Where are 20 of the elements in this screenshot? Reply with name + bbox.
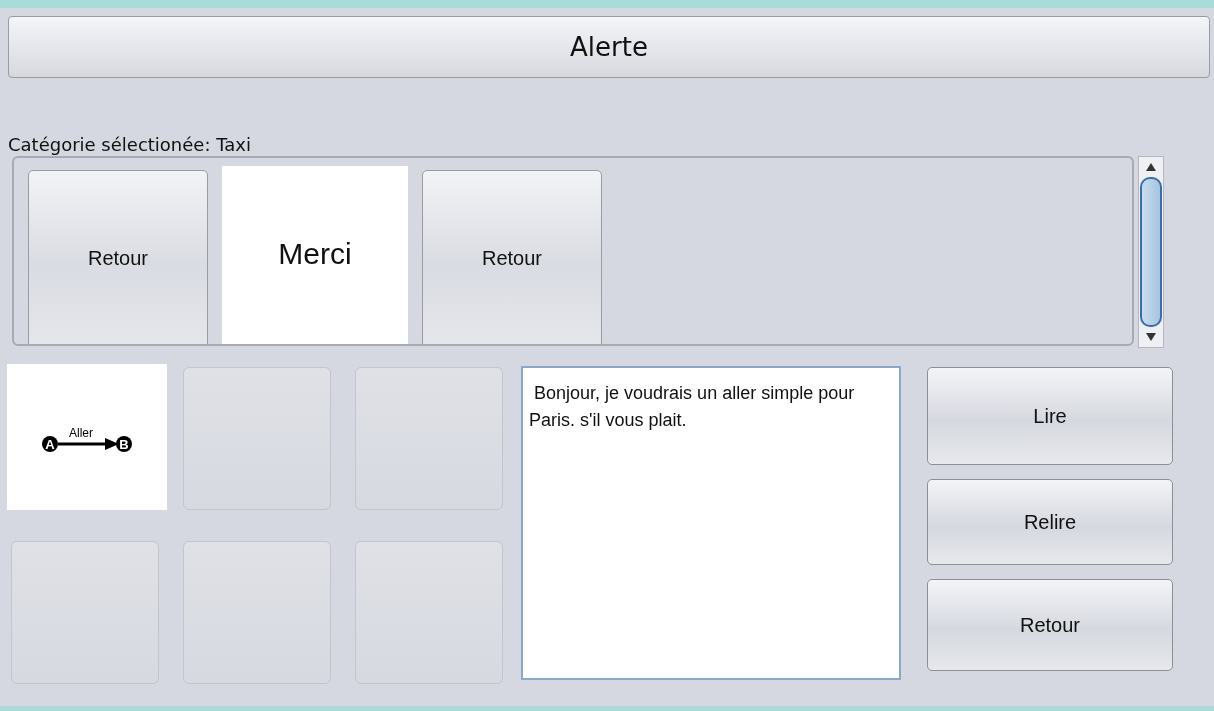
empty-tile[interactable] (183, 367, 331, 510)
empty-tile[interactable] (355, 367, 503, 510)
category-label: Catégorie sélectionée: Taxi (8, 134, 252, 156)
scroll-thumb[interactable] (1140, 177, 1162, 327)
scroll-up-icon[interactable] (1146, 163, 1156, 171)
action-button[interactable]: Relire (927, 479, 1173, 565)
action-button[interactable]: Retour (927, 579, 1173, 671)
tile-button[interactable]: Retour (422, 170, 602, 344)
empty-tile[interactable] (355, 541, 503, 684)
tile-button[interactable]: Retour (28, 170, 208, 344)
pictogram-tile[interactable]: A Aller B (7, 364, 167, 510)
word-tile[interactable]: Merci (222, 166, 408, 344)
empty-tile[interactable] (11, 541, 159, 684)
scroll-down-icon[interactable] (1146, 333, 1156, 341)
action-button[interactable]: Lire (927, 367, 1173, 465)
pictogram-drawing: A Aller B (41, 420, 133, 454)
empty-tile[interactable] (183, 541, 331, 684)
header-bar: Alerte (8, 16, 1210, 78)
message-field[interactable]: Bonjour, je voudrais un aller simple pour Paris. s'il vous plait. (521, 366, 901, 680)
scrollbar[interactable] (1138, 156, 1164, 348)
